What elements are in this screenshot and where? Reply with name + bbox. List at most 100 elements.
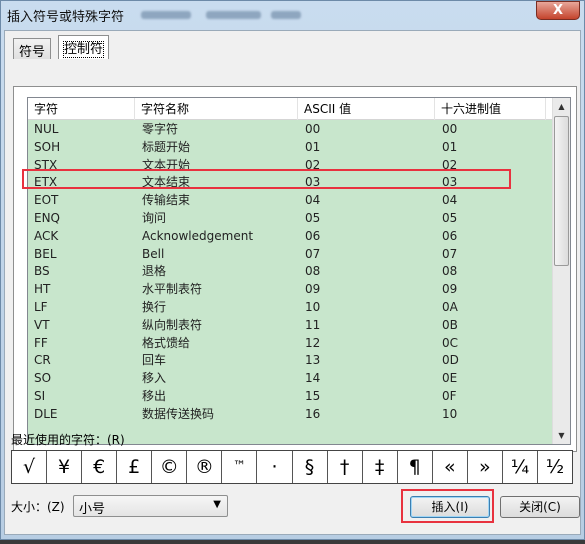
table-cell: 12	[305, 335, 321, 350]
table-row[interactable]: FF 格式馈给 12 0C	[28, 335, 552, 353]
table-cell: 退格	[142, 264, 167, 279]
table-cell: 0F	[442, 389, 457, 403]
table-cell: Acknowledgement	[142, 228, 254, 243]
tab-control-chars[interactable]: 控制符	[58, 35, 110, 59]
tab-label: 控制符	[62, 41, 105, 58]
table-row[interactable]: SI 移出 15 0F	[28, 388, 552, 406]
table-cell: 11	[305, 317, 321, 332]
table-cell: 格式馈给	[142, 335, 191, 350]
column-header-hex[interactable]: 十六进制值	[435, 98, 546, 120]
recent-char-cell[interactable]: †	[327, 451, 363, 483]
recent-chars-grid: √ ¥ € £ © ® ™ · § † ‡ ¶ «» ¼ ½	[11, 450, 573, 484]
recent-char-cell[interactable]: «	[432, 451, 468, 483]
table-cell: 07	[305, 246, 321, 261]
table-cell: 水平制表符	[142, 282, 203, 297]
table-cell: SI	[34, 389, 46, 403]
table-cell: CR	[34, 353, 51, 368]
scroll-thumb[interactable]	[554, 116, 569, 266]
table-cell: 移出	[142, 389, 167, 403]
column-header-char[interactable]: 字符	[28, 98, 135, 120]
table-cell: 08	[442, 264, 458, 279]
table-cell: DLE	[34, 406, 58, 421]
table-cell: 14	[305, 371, 321, 386]
table-row[interactable]: HT 水平制表符 09 09	[28, 281, 552, 299]
close-button[interactable]: 关闭(C)	[500, 496, 580, 518]
table-cell: 0E	[442, 371, 458, 386]
scroll-up-icon[interactable]: ▲	[553, 98, 570, 115]
recent-char-cell[interactable]: ¶	[397, 451, 433, 483]
tab-symbols[interactable]: 符号	[13, 38, 52, 60]
recent-char-cell[interactable]: ¥	[47, 451, 83, 483]
tab-panel: 字符 字符名称 ASCII 值 十六进制值 NUL 零字符 00 00 SOH 标题开始 0…	[13, 86, 577, 452]
table-cell: 16	[305, 406, 321, 421]
table-cell: BS	[34, 264, 50, 279]
control-char-list[interactable]: 字符 字符名称 ASCII 值 十六进制值 NUL 零字符 00 00 SOH 标题开始 0…	[27, 97, 571, 445]
row-highlight-box	[22, 169, 511, 189]
table-row[interactable]: LF 换行 10 0A	[28, 299, 552, 317]
recent-char-cell[interactable]: ‡	[362, 451, 398, 483]
recent-char-cell[interactable]: ½	[537, 451, 572, 483]
table-cell: FF	[34, 335, 48, 350]
table-cell: 零字符	[142, 122, 179, 136]
table-row[interactable]: CR 回车 13 0D	[28, 352, 552, 370]
table-row[interactable]: SO 移入 14 0E	[28, 370, 552, 388]
size-value: 小号	[79, 502, 106, 517]
table-cell: 13	[305, 353, 321, 368]
table-cell: SO	[34, 371, 52, 386]
table-row[interactable]: DLE 数据传送换码 16 10	[28, 406, 552, 424]
table-cell: 10	[442, 406, 458, 421]
table-cell: 0B	[442, 317, 458, 332]
size-dropdown[interactable]: 小号 ▼	[73, 495, 228, 517]
vertical-scrollbar[interactable]: ▲ ▼	[552, 98, 570, 444]
table-cell: 0A	[442, 300, 458, 314]
size-label: 大小：(Z)	[11, 500, 65, 514]
list-header: 字符 字符名称 ASCII 值 十六进制值	[28, 98, 552, 120]
table-cell: 00	[442, 122, 458, 136]
table-cell: 05	[305, 211, 321, 225]
table-cell: 00	[305, 122, 321, 136]
column-header-name[interactable]: 字符名称	[135, 98, 298, 120]
table-row[interactable]: BS 退格 08 08	[28, 263, 552, 281]
table-row[interactable]: ACK Acknowledgement 06 06	[28, 228, 552, 246]
recent-char-cell[interactable]: §	[292, 451, 328, 483]
table-cell: LF	[34, 300, 48, 314]
table-row[interactable]: NUL 零字符 00 00	[28, 121, 552, 139]
table-cell: 09	[442, 282, 458, 297]
table-row[interactable]: VT 纵向制表符 11 0B	[28, 317, 552, 335]
table-cell: ACK	[34, 228, 59, 243]
recent-char-cell[interactable]: €	[82, 451, 118, 483]
recent-char-cell[interactable]: ™	[222, 451, 258, 483]
recent-char-cell[interactable]: ®	[187, 451, 223, 483]
table-cell: 08	[305, 264, 321, 279]
insert-highlight-box	[401, 489, 494, 523]
blurred-toolbar	[141, 11, 191, 19]
recent-char-cell[interactable]: £	[117, 451, 153, 483]
recent-char-cell[interactable]: ·	[257, 451, 293, 483]
dialog-title: 插入符号或特殊字符	[7, 10, 125, 25]
recent-char-cell[interactable]: ©	[152, 451, 188, 483]
recent-char-cell[interactable]: √	[12, 451, 48, 483]
table-cell: NUL	[34, 122, 59, 136]
table-cell: 07	[442, 246, 458, 261]
table-cell: 04	[442, 193, 458, 208]
scroll-down-icon[interactable]: ▼	[553, 427, 570, 444]
recent-char-cell[interactable]: »	[467, 451, 503, 483]
table-row[interactable]: BEL Bell 07 07	[28, 246, 552, 264]
tab-label: 符号	[19, 45, 46, 60]
table-row[interactable]: SOH 标题开始 01 01	[28, 139, 552, 157]
column-header-ascii[interactable]: ASCII 值	[298, 98, 435, 120]
table-cell: 01	[442, 139, 458, 154]
table-cell: VT	[34, 317, 50, 332]
table-row[interactable]: ENQ 询问 05 05	[28, 210, 552, 228]
table-row[interactable]: EOT 传输结束 04 04	[28, 192, 552, 210]
table-cell: 数据传送换码	[142, 406, 215, 421]
table-cell: 纵向制表符	[142, 317, 203, 332]
table-cell: 04	[305, 193, 321, 208]
table-cell: 01	[305, 139, 321, 154]
table-cell: HT	[34, 282, 51, 297]
close-window-button[interactable]: X	[536, 1, 580, 20]
table-cell: 05	[442, 211, 458, 225]
table-cell: 0C	[442, 335, 459, 350]
blurred-toolbar	[206, 11, 261, 19]
recent-char-cell[interactable]: ¼	[502, 451, 538, 483]
